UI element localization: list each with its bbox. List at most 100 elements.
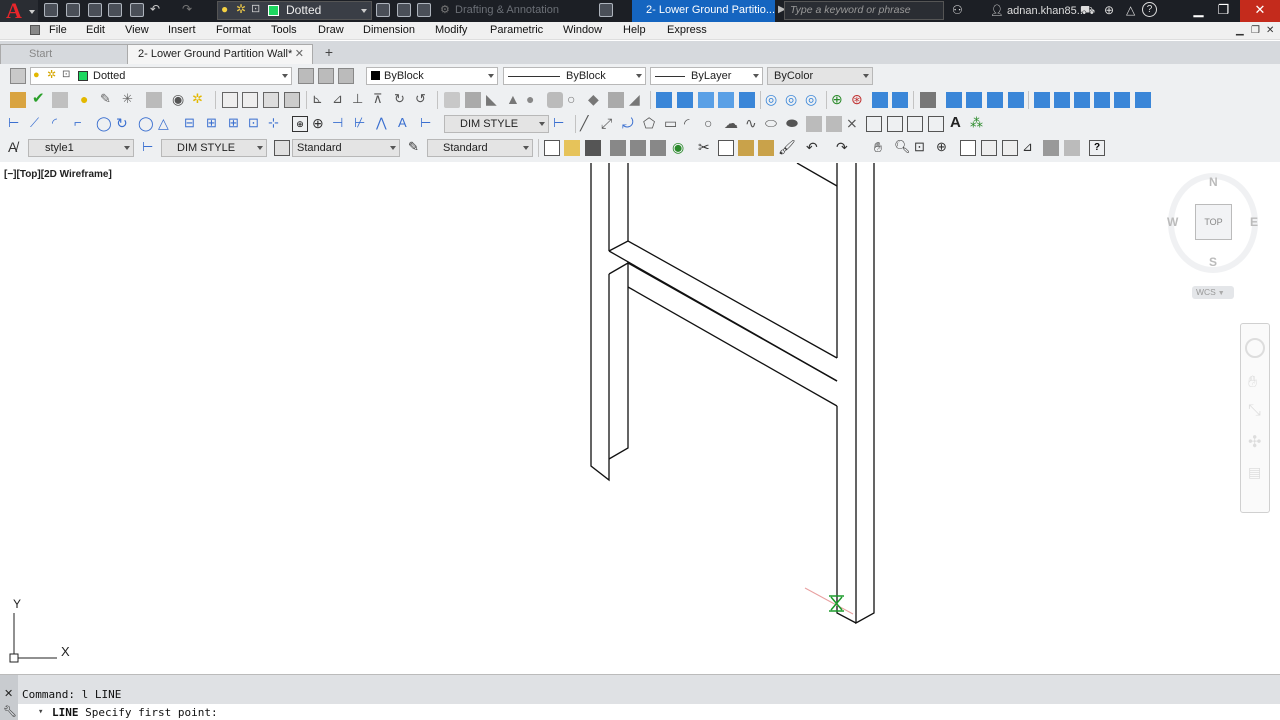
light-web-icon[interactable]: ✳	[122, 92, 138, 108]
search-input[interactable]: Type a keyword or phrase	[784, 1, 944, 20]
menu-modify[interactable]: Modify	[435, 24, 467, 36]
maximize-button[interactable]: ❐	[1210, 0, 1237, 22]
layer-iso-icon[interactable]	[417, 3, 431, 17]
new-tab-button[interactable]: +	[320, 44, 338, 62]
view-icon-2[interactable]	[242, 92, 258, 108]
quickcalc-icon[interactable]	[1064, 140, 1080, 156]
wcs-dropdown[interactable]: WCS ▼	[1192, 286, 1234, 299]
interfere-icon[interactable]	[739, 92, 755, 108]
menu-view[interactable]: View	[125, 24, 149, 36]
center-mark-icon[interactable]: ⊕	[312, 116, 328, 132]
dim-arc-icon[interactable]: ◜	[52, 116, 68, 132]
undo-icon[interactable]: ↶	[806, 140, 822, 156]
menu-format[interactable]: Format	[216, 24, 251, 36]
dim-ordinate-icon[interactable]: ⌐	[74, 116, 90, 132]
plotstyle-dropdown[interactable]: ByColor	[767, 67, 873, 85]
user-account[interactable]: 👤︎ adnan.khan85...	[990, 0, 1086, 22]
render-view-icon-3[interactable]: ◎	[805, 92, 821, 108]
dim-aligned-icon[interactable]: ⟋	[30, 116, 46, 132]
extrude-icon[interactable]	[608, 92, 624, 108]
doc-restore-button[interactable]: ❐	[1251, 25, 1260, 36]
chevron-down-icon[interactable]: ▾	[38, 704, 43, 720]
orbit-icon[interactable]: ◉	[172, 92, 188, 108]
menu-help[interactable]: Help	[623, 24, 646, 36]
dim-style-dropdown-toolbar[interactable]: DIM STYLE	[444, 115, 549, 133]
close-icon[interactable]: ✕	[4, 687, 13, 700]
layer-dropdown[interactable]: ● ✲ ⊡ Dotted	[30, 67, 292, 85]
hatch-icon[interactable]	[866, 116, 882, 132]
menu-parametric[interactable]: Parametric	[490, 24, 543, 36]
dim-break-icon[interactable]: ⊹	[268, 116, 284, 132]
orbit-nav-icon[interactable]: ✣	[1248, 432, 1261, 452]
doc-close-button[interactable]: ✕	[1266, 25, 1274, 36]
close-icon[interactable]: ✕	[295, 45, 304, 63]
table-style-icon[interactable]	[274, 140, 290, 156]
dim-text-edit-icon[interactable]: A	[398, 116, 414, 132]
help-icon[interactable]: ?	[1089, 140, 1105, 156]
layer-previous-icon[interactable]	[318, 68, 334, 84]
menu-tools[interactable]: Tools	[271, 24, 297, 36]
tool-palettes-icon[interactable]	[1002, 140, 1018, 156]
sphere-icon[interactable]: ●	[526, 92, 542, 108]
inspect-icon[interactable]: ⊣	[332, 116, 348, 132]
ucs-icon-1[interactable]: ⊾	[312, 92, 328, 108]
dim-linear-icon[interactable]: ⊢	[8, 116, 24, 132]
sheet-set-icon[interactable]: ⊿	[1022, 140, 1038, 156]
jogged-linear-icon[interactable]: ⊬	[354, 116, 370, 132]
cylinder-icon[interactable]	[547, 92, 563, 108]
cart-icon[interactable]: ⛟	[1080, 3, 1095, 19]
color-dropdown[interactable]: ByBlock	[366, 67, 498, 85]
layer-state-icon[interactable]	[338, 68, 354, 84]
point-icon[interactable]: ⨯	[846, 116, 862, 132]
walk-icon[interactable]	[946, 92, 962, 108]
close-button[interactable]: ✕	[1240, 0, 1280, 22]
properties-icon[interactable]	[960, 140, 976, 156]
pyramid-icon[interactable]: ▲	[506, 92, 522, 108]
workspace-dropdown[interactable]: ⚙ Drafting & Annotation	[437, 1, 595, 20]
markup-icon[interactable]	[1043, 140, 1059, 156]
plot-icon[interactable]	[130, 3, 144, 17]
dim-radius-icon[interactable]: ◯	[96, 116, 112, 132]
share-icon[interactable]	[599, 3, 613, 17]
redo-icon[interactable]: ↷	[182, 3, 196, 17]
make-block-icon[interactable]	[826, 116, 842, 132]
zoom-extents-icon[interactable]: ⤡	[1248, 402, 1261, 420]
dim-update-icon[interactable]: ⊢	[420, 116, 436, 132]
light-icon[interactable]: ●	[80, 92, 96, 108]
table-style-dropdown[interactable]: Standard	[292, 139, 400, 157]
showmotion-icon[interactable]: ▤	[1248, 464, 1261, 481]
ellipse-icon[interactable]: ⬭	[765, 116, 781, 132]
visual-style-icon-2[interactable]	[1054, 92, 1070, 108]
mirror-3d-icon[interactable]	[892, 92, 908, 108]
ucs-icon-4[interactable]: ⊼	[373, 92, 389, 108]
visual-style-icon-6[interactable]	[1135, 92, 1151, 108]
dim-baseline-icon[interactable]: ⊞	[206, 116, 222, 132]
polygon-icon[interactable]: ⬠	[643, 116, 659, 132]
subtract-icon[interactable]	[677, 92, 693, 108]
open-folder-icon[interactable]	[564, 140, 580, 156]
line-icon[interactable]: ╱	[580, 116, 596, 132]
rectangle-icon[interactable]: ▭	[664, 116, 680, 132]
paste-special-icon[interactable]	[758, 140, 774, 156]
view-icon-1[interactable]	[222, 92, 238, 108]
visual-style-icon-3[interactable]	[1074, 92, 1090, 108]
3dwf-icon[interactable]: ◉	[672, 140, 688, 156]
dim-jogged-icon[interactable]: ↻	[116, 116, 132, 132]
insert-block-icon[interactable]	[806, 116, 822, 132]
ucs-icon-2[interactable]: ⊿	[332, 92, 348, 108]
dim-edit-icon[interactable]: ⋀	[376, 116, 392, 132]
menu-edit[interactable]: Edit	[86, 24, 105, 36]
wrench-icon[interactable]: 🔧︎	[3, 705, 17, 718]
view-icon-3[interactable]	[263, 92, 279, 108]
command-line-handle[interactable]: ✕ 🔧︎	[0, 675, 18, 720]
gradient-icon[interactable]	[887, 116, 903, 132]
anim-icon[interactable]	[987, 92, 1003, 108]
compass-north[interactable]: N	[1209, 175, 1218, 189]
visual-style-icon-5[interactable]	[1114, 92, 1130, 108]
tab-drawing[interactable]: 2- Lower Ground Partition Wall* ✕	[127, 44, 313, 64]
match-properties-icon[interactable]: 🖌︎	[778, 140, 796, 156]
connect-icon[interactable]: ⊕	[1104, 3, 1114, 17]
dim-diameter-icon[interactable]: ◯	[138, 116, 154, 132]
box-icon[interactable]	[444, 92, 460, 108]
light-spot-icon[interactable]: ✎	[100, 92, 116, 108]
